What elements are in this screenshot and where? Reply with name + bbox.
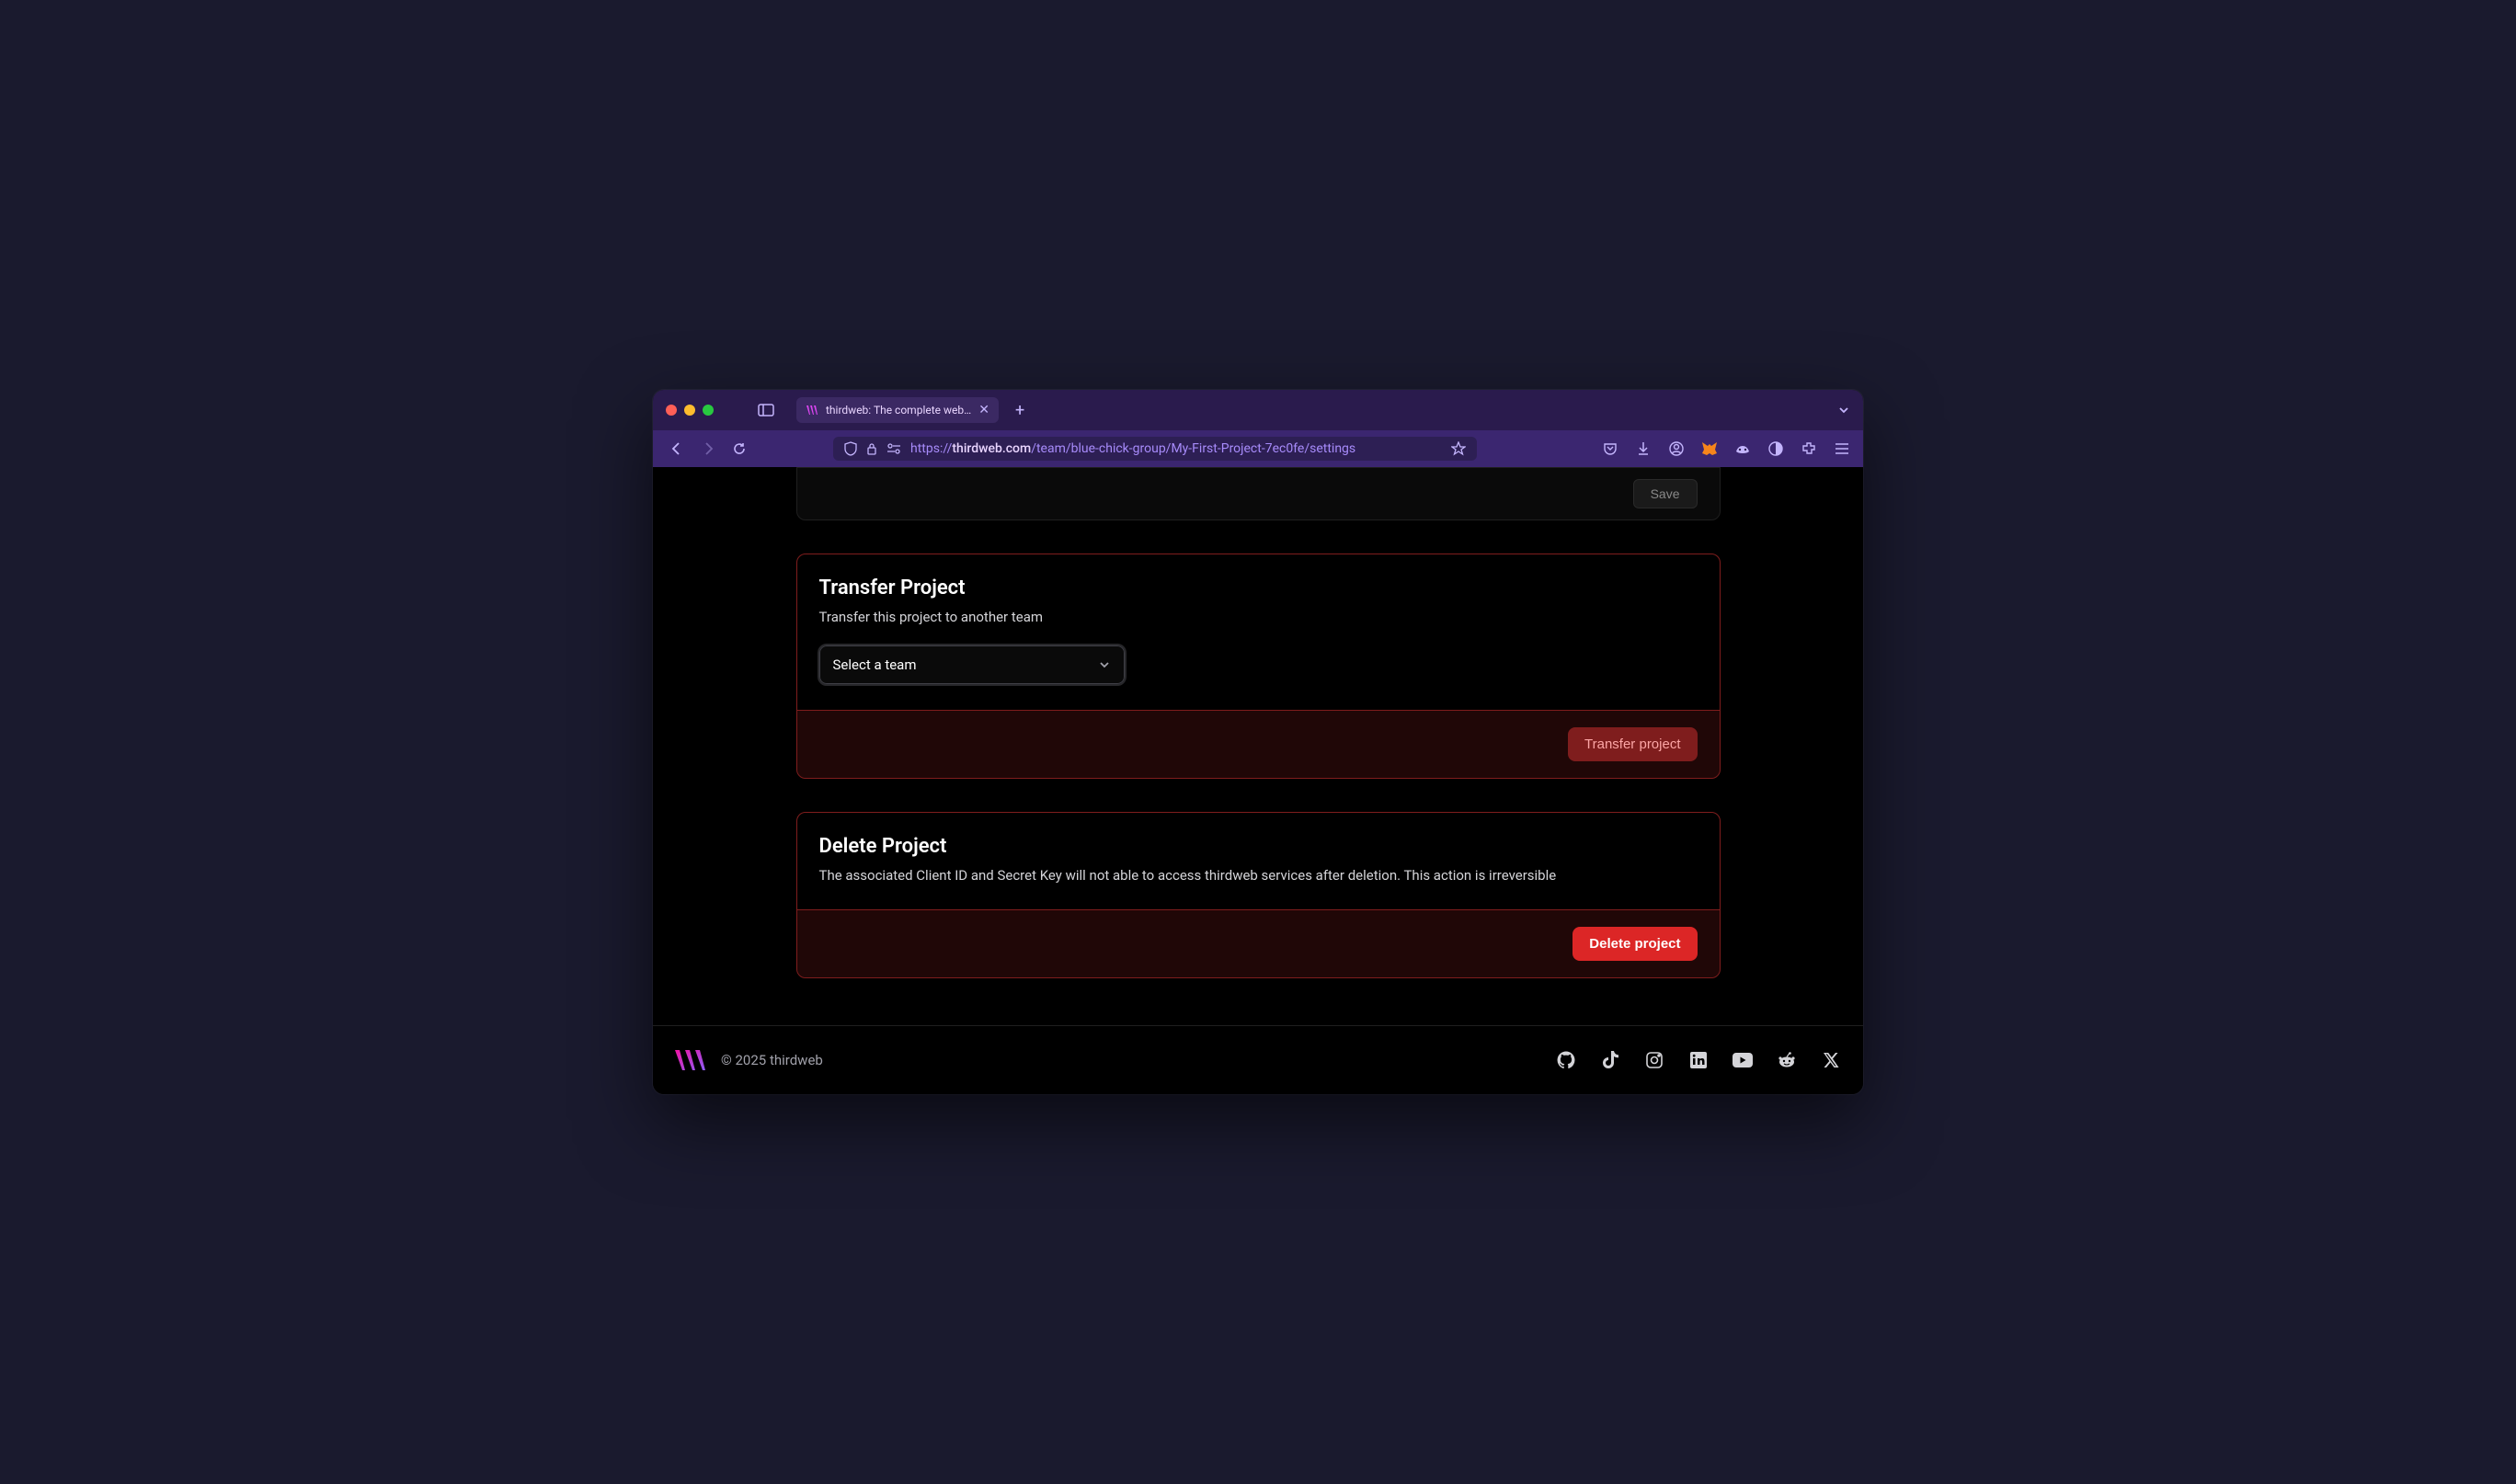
instagram-icon[interactable]	[1644, 1050, 1664, 1070]
titlebar: thirdweb: The complete web3 d ✕ +	[653, 390, 1863, 430]
urlbar-right	[1602, 440, 1850, 457]
browser-tab[interactable]: thirdweb: The complete web3 d ✕	[796, 397, 999, 423]
delete-project-card: Delete Project The associated Client ID …	[796, 812, 1721, 978]
transfer-title: Transfer Project	[819, 576, 1698, 599]
youtube-icon[interactable]	[1733, 1050, 1753, 1070]
delete-project-button[interactable]: Delete project	[1572, 927, 1697, 961]
tiktok-icon[interactable]	[1600, 1050, 1620, 1070]
transfer-project-button[interactable]: Transfer project	[1568, 727, 1697, 761]
transfer-description: Transfer this project to another team	[819, 609, 1698, 625]
thirdweb-logo-icon	[675, 1046, 708, 1074]
save-button[interactable]: Save	[1633, 479, 1698, 508]
url-text: https://thirdweb.com/team/blue-chick-gro…	[910, 441, 1442, 456]
url-box[interactable]: https://thirdweb.com/team/blue-chick-gro…	[833, 437, 1477, 461]
sidebar-toggle-icon[interactable]	[758, 402, 774, 418]
pocket-icon[interactable]	[1602, 440, 1618, 457]
github-icon[interactable]	[1556, 1050, 1576, 1070]
permissions-icon[interactable]	[886, 443, 901, 454]
wallet-extension-icon[interactable]	[1734, 440, 1751, 457]
thirdweb-favicon-icon	[806, 404, 818, 417]
account-icon[interactable]	[1668, 440, 1685, 457]
x-twitter-icon[interactable]	[1821, 1050, 1841, 1070]
new-tab-button[interactable]: +	[1015, 401, 1024, 420]
page-footer: © 2025 thirdweb	[653, 1025, 1863, 1094]
reload-button[interactable]	[728, 438, 750, 460]
hamburger-menu-icon[interactable]	[1834, 440, 1850, 457]
tab-title: thirdweb: The complete web3 d	[826, 404, 971, 417]
delete-description: The associated Client ID and Secret Key …	[819, 867, 1698, 884]
minimize-window-button[interactable]	[684, 405, 695, 416]
metamask-icon[interactable]	[1701, 440, 1718, 457]
page-content: Save Transfer Project Transfer this proj…	[653, 467, 1863, 1094]
browser-window: thirdweb: The complete web3 d ✕ + https:…	[653, 390, 1863, 1094]
transfer-project-card: Transfer Project Transfer this project t…	[796, 554, 1721, 779]
close-window-button[interactable]	[666, 405, 677, 416]
chevron-down-icon	[1098, 658, 1111, 671]
transfer-card-footer: Transfer project	[797, 710, 1720, 778]
copyright-text: © 2025 thirdweb	[721, 1052, 823, 1068]
reddit-icon[interactable]	[1777, 1050, 1797, 1070]
reader-icon[interactable]	[1767, 440, 1784, 457]
footer-socials	[1556, 1050, 1841, 1070]
delete-card-footer: Delete project	[797, 909, 1720, 977]
extensions-icon[interactable]	[1801, 440, 1817, 457]
download-icon[interactable]	[1635, 440, 1652, 457]
bookmark-star-icon[interactable]	[1451, 441, 1466, 456]
forward-button[interactable]	[697, 438, 719, 460]
team-select-placeholder: Select a team	[833, 656, 917, 673]
urlbar: https://thirdweb.com/team/blue-chick-gro…	[653, 430, 1863, 467]
lock-icon[interactable]	[866, 442, 877, 455]
maximize-window-button[interactable]	[703, 405, 714, 416]
traffic-lights	[666, 405, 714, 416]
tab-overflow-icon[interactable]	[1837, 404, 1850, 417]
team-select[interactable]: Select a team	[819, 645, 1125, 684]
shield-icon[interactable]	[844, 441, 857, 456]
previous-card-footer: Save	[796, 467, 1721, 520]
linkedin-icon[interactable]	[1688, 1050, 1709, 1070]
close-tab-icon[interactable]: ✕	[978, 403, 989, 417]
back-button[interactable]	[666, 438, 688, 460]
delete-title: Delete Project	[819, 835, 1698, 858]
